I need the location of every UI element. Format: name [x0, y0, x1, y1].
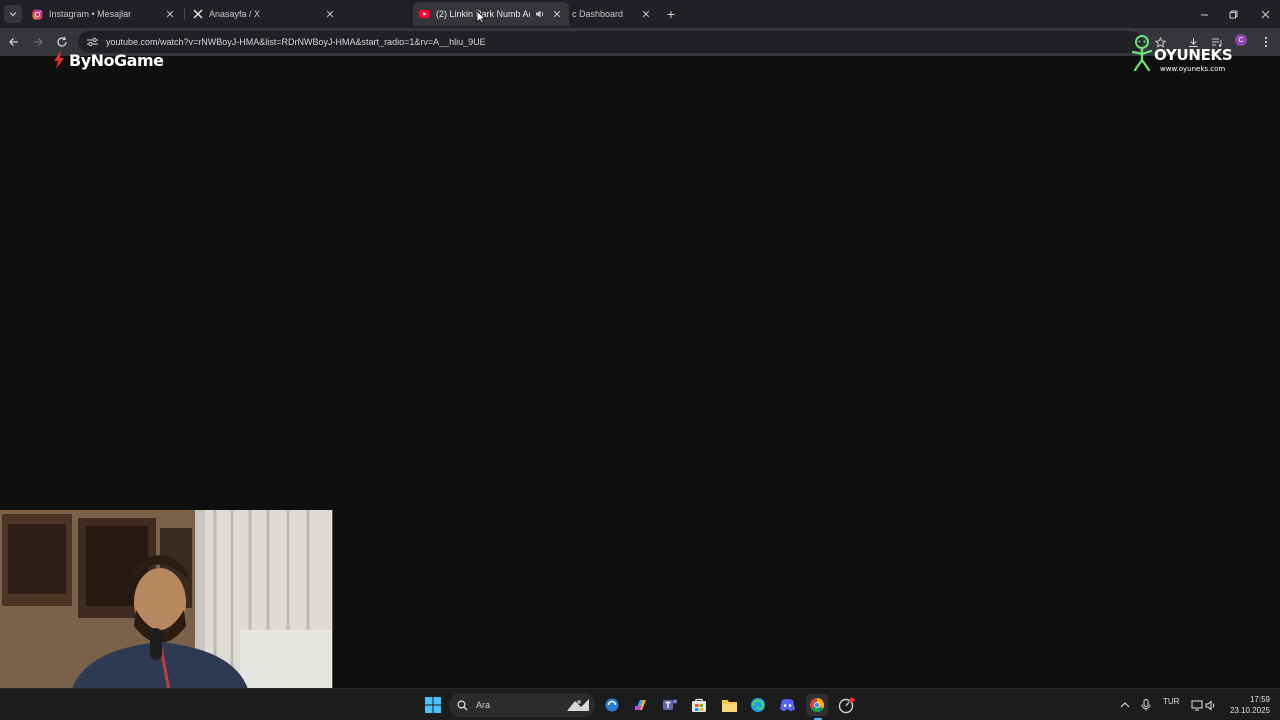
microphone-icon[interactable] — [1135, 694, 1157, 716]
tab-instagram[interactable]: Instagram • Mesajlar ✕ — [26, 2, 182, 26]
windows-taskbar: Ara TUR 17:59 23.10.2025 — [0, 688, 1280, 720]
close-window-button[interactable] — [1254, 4, 1276, 24]
microsoft-store-icon[interactable] — [688, 694, 710, 716]
right-brand-name: OYUNEKS — [1154, 46, 1233, 64]
search-icon — [457, 699, 468, 710]
speaker-icon[interactable] — [534, 9, 545, 20]
arrow-right-icon — [34, 38, 43, 46]
close-icon[interactable]: ✕ — [324, 8, 336, 21]
menu-icon[interactable] — [1258, 34, 1274, 50]
close-icon[interactable]: ✕ — [551, 8, 563, 21]
right-brand-site: www.oyuneks.com — [1160, 65, 1226, 73]
bynogame-logo-icon — [54, 51, 64, 69]
system-clock[interactable]: 17:59 23.10.2025 — [1226, 694, 1270, 716]
address-bar[interactable]: youtube.com/watch?v=rNWBoyJ-HMA&list=RDr… — [78, 31, 1142, 53]
search-highlight-icon — [567, 699, 589, 711]
windows-logo-icon — [425, 697, 441, 713]
oyuneks-logo: OYUNEKS www.oyuneks.com — [1128, 34, 1246, 78]
webcam-feed — [0, 510, 333, 696]
minimize-button[interactable] — [1193, 4, 1215, 24]
volume-icon[interactable] — [1200, 694, 1222, 716]
tab-title: Instagram • Mesajlar — [49, 9, 132, 19]
arrow-left-icon — [9, 38, 18, 46]
instagram-icon — [32, 9, 43, 20]
chrome-taskbar-icon[interactable] — [806, 694, 828, 716]
bynogame-logo: ByNoGame — [52, 50, 164, 70]
minimize-icon — [1200, 14, 1208, 15]
teams-icon[interactable] — [659, 694, 681, 716]
close-icon[interactable]: ✕ — [640, 8, 652, 21]
restore-button[interactable] — [1222, 4, 1244, 24]
x-icon — [192, 9, 203, 20]
chevron-down-icon — [9, 5, 17, 23]
show-hidden-icons-chevron-icon[interactable] — [1114, 694, 1136, 716]
tab-dashboard[interactable]: c Dashboard ✕ — [566, 2, 658, 26]
clock-time: 17:59 — [1249, 695, 1270, 704]
screen: Instagram • Mesajlar ✕ Anasayfa / X ✕ (2… — [0, 0, 1280, 720]
file-explorer-icon[interactable] — [718, 694, 740, 716]
clock-date: 23.10.2025 — [1229, 706, 1270, 715]
discord-icon[interactable] — [776, 694, 798, 716]
close-icon — [1261, 10, 1269, 18]
reload-button[interactable] — [53, 33, 71, 51]
url-text: youtube.com/watch?v=rNWBoyJ-HMA&list=RDr… — [106, 37, 486, 47]
forward-button[interactable] — [29, 33, 47, 51]
copilot-icon[interactable] — [630, 694, 652, 716]
close-icon[interactable]: ✕ — [164, 8, 176, 21]
reload-icon — [57, 36, 67, 47]
tab-youtube[interactable]: (2) Linkin Park Numb Acou ✕ — [413, 2, 569, 26]
task-view-icon[interactable] — [601, 694, 623, 716]
site-info-icon[interactable] — [86, 36, 98, 48]
tab-search-button[interactable] — [4, 5, 22, 23]
tab-strip: Instagram • Mesajlar ✕ Anasayfa / X ✕ (2… — [0, 0, 1280, 28]
obs-recording-icon[interactable] — [835, 694, 857, 716]
edge-icon[interactable] — [747, 694, 769, 716]
tab-x[interactable]: Anasayfa / X ✕ — [186, 2, 342, 26]
youtube-icon — [419, 9, 430, 20]
tab-separator — [184, 8, 185, 20]
input-language[interactable]: TUR — [1163, 697, 1179, 706]
restore-icon — [1229, 10, 1237, 18]
oyuneks-mascot-icon — [1131, 35, 1153, 72]
mouse-cursor-icon — [476, 10, 486, 24]
browser-toolbar: youtube.com/watch?v=rNWBoyJ-HMA&list=RDr… — [0, 28, 1280, 56]
tab-title: Anasayfa / X — [209, 9, 261, 19]
search-label: Ara — [476, 700, 491, 710]
start-button[interactable] — [422, 694, 444, 716]
new-tab-button[interactable]: + — [663, 6, 679, 22]
back-button[interactable] — [5, 33, 23, 51]
tab-title: c Dashboard — [572, 9, 624, 19]
left-brand-name: ByNoGame — [69, 50, 164, 70]
taskbar-search[interactable]: Ara — [449, 693, 595, 717]
